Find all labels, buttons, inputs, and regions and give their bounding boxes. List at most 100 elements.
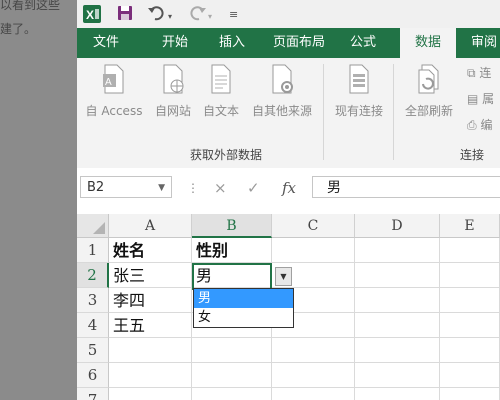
cell-c1[interactable] — [272, 238, 355, 263]
connections-label: 连 — [479, 66, 492, 80]
connections-group-label: 连接 — [460, 148, 485, 162]
from-text-button[interactable]: 自文本 — [197, 62, 245, 119]
ribbon-data: A 自 Access 自网站 自文本 自其他来源 获取外部数据 现有连接 全部刷… — [77, 58, 500, 169]
insert-function-icon[interactable]: fx — [282, 177, 296, 199]
get-external-data-group-label: 获取外部数据 — [190, 148, 263, 162]
from-other-sources-button[interactable]: 自其他来源 — [245, 62, 319, 119]
existing-connections-label: 现有连接 — [334, 104, 383, 118]
edit-links-label: 编 — [480, 118, 493, 132]
column-header-e[interactable]: E — [440, 214, 500, 238]
cell-e7[interactable] — [440, 388, 500, 400]
cell-b6[interactable] — [192, 363, 272, 388]
from-access-label: 自 Access — [85, 104, 143, 118]
cell-b7[interactable] — [192, 388, 272, 400]
row-header-3[interactable]: 3 — [77, 288, 109, 313]
cell-a6[interactable] — [109, 363, 192, 388]
cell-c5[interactable] — [272, 338, 355, 363]
column-header-c[interactable]: C — [272, 214, 355, 238]
cancel-icon[interactable]: × — [214, 177, 227, 199]
cell-d5[interactable] — [355, 338, 440, 363]
from-web-label: 自网站 — [154, 104, 191, 118]
undo-icon[interactable] — [147, 4, 167, 27]
cell-d2[interactable] — [355, 263, 440, 288]
ribbon-separator — [393, 64, 394, 160]
refresh-all-button[interactable]: 全部刷新 — [397, 62, 461, 119]
from-web-button[interactable]: 自网站 — [149, 62, 197, 119]
chevron-down-icon[interactable]: ▼ — [158, 177, 165, 199]
name-box[interactable]: B2 ▼ — [80, 176, 172, 198]
column-header-a[interactable]: A — [109, 214, 192, 238]
tab-data[interactable]: 数据 — [400, 28, 456, 58]
ribbon-separator — [323, 64, 324, 160]
tab-page-layout[interactable]: 页面布局 — [263, 28, 335, 58]
tab-file[interactable]: 文件 — [77, 28, 135, 58]
cell-a4[interactable]: 王五 — [109, 313, 192, 338]
cell-a2[interactable]: 张三 — [109, 263, 192, 288]
cell-a3[interactable]: 李四 — [109, 288, 192, 313]
cell-e2[interactable] — [440, 263, 500, 288]
dropdown-option-male[interactable]: 男 — [194, 289, 293, 308]
row-header-4[interactable]: 4 — [77, 313, 109, 338]
cell-e5[interactable] — [440, 338, 500, 363]
from-access-button[interactable]: A 自 Access — [79, 62, 149, 119]
refresh-all-label: 全部刷新 — [404, 104, 453, 118]
from-other-sources-label: 自其他来源 — [251, 104, 312, 118]
edit-links-icon: ⎙ — [467, 118, 477, 132]
properties-label: 属 — [482, 92, 495, 106]
svg-text:A: A — [105, 77, 112, 88]
cell-d4[interactable] — [355, 313, 440, 338]
excel-logo-icon: X — [83, 5, 101, 28]
formula-input[interactable]: 男 — [312, 176, 500, 198]
name-box-value: B2 — [87, 180, 105, 195]
enter-icon[interactable]: ✓ — [247, 177, 260, 199]
cell-e6[interactable] — [440, 363, 500, 388]
cell-d1[interactable] — [355, 238, 440, 263]
row-header-5[interactable]: 5 — [77, 338, 109, 363]
cell-d3[interactable] — [355, 288, 440, 313]
undo-dropdown-icon[interactable]: ▾ — [168, 8, 172, 26]
cell-a7[interactable] — [109, 388, 192, 400]
validation-dropdown-list: 男 女 — [193, 288, 294, 328]
dropdown-option-female[interactable]: 女 — [194, 308, 293, 327]
cell-c6[interactable] — [272, 363, 355, 388]
refresh-all-icon — [417, 62, 441, 96]
cell-e1[interactable] — [440, 238, 500, 263]
cell-b5[interactable] — [192, 338, 272, 363]
redo-icon[interactable] — [187, 4, 207, 27]
chevron-down-icon: ▼ — [280, 272, 287, 281]
formula-bar-area: B2 ▼ ⋮ × ✓ fx 男 — [77, 168, 500, 208]
cell-a1[interactable]: 姓名 — [109, 238, 192, 263]
cell-d7[interactable] — [355, 388, 440, 400]
edit-links-button[interactable]: ⎙ 编 — [467, 116, 492, 133]
tab-review[interactable]: 审阅 — [462, 28, 500, 58]
other-sources-icon — [270, 62, 294, 96]
cell-e4[interactable] — [440, 313, 500, 338]
cell-c7[interactable] — [272, 388, 355, 400]
save-icon[interactable] — [117, 5, 133, 26]
connections-button[interactable]: ⧉ 连 — [467, 64, 491, 81]
from-text-label: 自文本 — [202, 104, 239, 118]
cell-e3[interactable] — [440, 288, 500, 313]
more-options-icon: ⋮ — [187, 181, 199, 195]
select-all-corner[interactable] — [77, 214, 109, 238]
column-header-d[interactable]: D — [355, 214, 440, 238]
tab-insert[interactable]: 插入 — [205, 28, 259, 58]
row-header-6[interactable]: 6 — [77, 363, 109, 388]
quick-access-toolbar: X ▾ ▾ ≡ — [77, 0, 500, 28]
row-header-2[interactable]: 2 — [77, 263, 109, 288]
tab-formulas[interactable]: 公式 — [341, 28, 385, 58]
redo-dropdown-icon[interactable]: ▾ — [208, 8, 212, 26]
svg-text:X: X — [86, 8, 94, 22]
customize-qat-icon[interactable]: ≡ — [229, 6, 238, 24]
cell-d6[interactable] — [355, 363, 440, 388]
column-header-b[interactable]: B — [192, 214, 272, 238]
existing-connections-icon — [347, 62, 371, 96]
properties-button[interactable]: ▤ 属 — [467, 90, 494, 107]
tab-home[interactable]: 开始 — [147, 28, 203, 58]
row-header-1[interactable]: 1 — [77, 238, 109, 263]
existing-connections-button[interactable]: 现有连接 — [327, 62, 391, 119]
cell-b1[interactable]: 性别 — [192, 238, 272, 263]
row-header-7[interactable]: 7 — [77, 388, 109, 400]
cell-a5[interactable] — [109, 338, 192, 363]
dropdown-arrow-button[interactable]: ▼ — [275, 267, 292, 286]
